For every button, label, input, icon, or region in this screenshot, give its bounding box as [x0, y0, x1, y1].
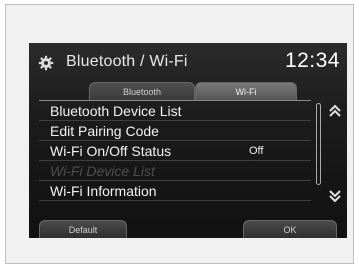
- menu-item-edit-pairing-code[interactable]: Edit Pairing Code: [39, 121, 311, 141]
- scrollbar[interactable]: [316, 103, 321, 185]
- menu-item-label: Wi-Fi Device List: [50, 163, 155, 179]
- wifi-status-value: Off: [249, 145, 264, 157]
- double-chevron-down-icon[interactable]: [327, 189, 343, 203]
- ok-button[interactable]: OK: [243, 220, 337, 238]
- menu-item-wifi-information[interactable]: Wi-Fi Information: [39, 181, 311, 201]
- gear-icon: [38, 55, 54, 71]
- menu-item-label: Wi-Fi Information: [50, 183, 157, 199]
- default-button[interactable]: Default: [39, 220, 127, 238]
- footer-bar: Default OK: [29, 220, 347, 238]
- menu-item-label: Wi-Fi On/Off Status: [50, 143, 172, 159]
- double-chevron-up-icon[interactable]: [327, 104, 343, 118]
- tab-bluetooth[interactable]: Bluetooth: [89, 82, 195, 100]
- menu-item-wifi-device-list: Wi-Fi Device List: [39, 161, 311, 181]
- tab-bar: Bluetooth Wi-Fi: [29, 82, 347, 100]
- menu-list: Bluetooth Device List Edit Pairing Code …: [39, 100, 311, 211]
- clock: 12:34: [284, 49, 340, 72]
- display-screen: Bluetooth / Wi-Fi 12:34 Bluetooth Wi-Fi …: [29, 43, 347, 238]
- menu-item-wifi-on-off-status[interactable]: Wi-Fi On/Off Status Off: [39, 141, 311, 161]
- title-bar: Bluetooth / Wi-Fi 12:34: [29, 43, 347, 79]
- tab-wifi[interactable]: Wi-Fi: [195, 82, 297, 100]
- figure-frame: Bluetooth / Wi-Fi 12:34 Bluetooth Wi-Fi …: [5, 4, 354, 264]
- screen-title: Bluetooth / Wi-Fi: [66, 53, 188, 70]
- menu-item-bluetooth-device-list[interactable]: Bluetooth Device List: [39, 101, 311, 121]
- menu-item-label: Edit Pairing Code: [50, 123, 159, 139]
- menu-item-label: Bluetooth Device List: [50, 103, 182, 119]
